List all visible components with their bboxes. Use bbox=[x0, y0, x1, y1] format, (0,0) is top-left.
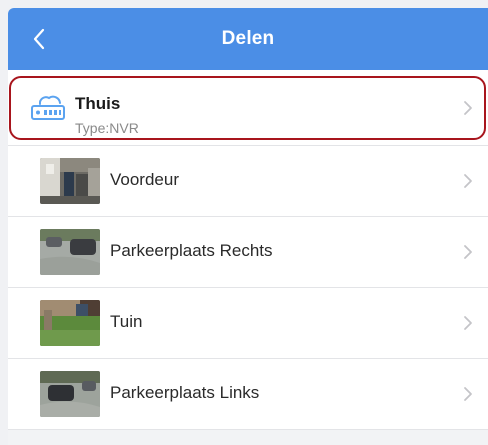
chevron-left-icon bbox=[33, 28, 45, 50]
camera-thumbnail bbox=[40, 229, 100, 275]
camera-thumbnail bbox=[40, 158, 100, 204]
device-name: Thuis bbox=[75, 94, 121, 113]
device-list: Thuis Type:NVR Voordeur Parkeerplaats Re… bbox=[8, 70, 488, 430]
back-button[interactable] bbox=[22, 22, 56, 56]
camera-row-parkeerplaats-rechts[interactable]: Parkeerplaats Rechts bbox=[8, 217, 488, 288]
share-screen: Delen Thuis Type:NVR Voordeur Parkeerpla… bbox=[8, 8, 488, 445]
camera-row-voordeur[interactable]: Voordeur bbox=[8, 146, 488, 217]
chevron-right-icon bbox=[464, 174, 472, 188]
camera-thumbnail bbox=[40, 371, 100, 417]
device-row-nvr[interactable]: Thuis Type:NVR bbox=[8, 70, 488, 146]
camera-thumbnail bbox=[40, 300, 100, 346]
nvr-recorder-icon bbox=[31, 95, 65, 120]
device-type: Type:NVR bbox=[75, 120, 139, 136]
camera-name: Parkeerplaats Links bbox=[110, 383, 260, 402]
camera-name: Tuin bbox=[110, 312, 143, 331]
chevron-right-icon bbox=[464, 316, 472, 330]
camera-name: Parkeerplaats Rechts bbox=[110, 241, 273, 260]
chevron-right-icon bbox=[464, 245, 472, 259]
chevron-right-icon bbox=[464, 101, 472, 115]
camera-row-tuin[interactable]: Tuin bbox=[8, 288, 488, 359]
page-title: Delen bbox=[221, 28, 275, 49]
camera-row-parkeerplaats-links[interactable]: Parkeerplaats Links bbox=[8, 359, 488, 430]
chevron-right-icon bbox=[464, 387, 472, 401]
app-header: Delen bbox=[8, 8, 488, 70]
camera-name: Voordeur bbox=[110, 170, 179, 189]
